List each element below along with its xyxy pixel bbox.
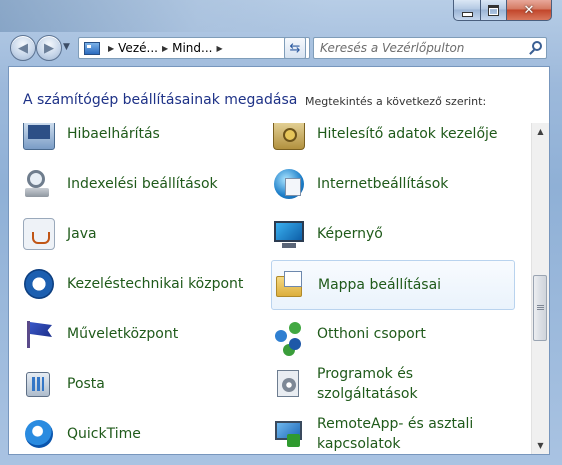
window-frame: ✕ ◀ ▶ ▼ ▶ Vezé... ▶ Mind... ▶ ▼ ⇆ Keresé… <box>0 0 562 465</box>
item-label-line: szolgáltatások <box>317 386 418 402</box>
remoteapp-icon <box>273 418 305 450</box>
item-mappa[interactable]: Mappa beállításai <box>271 260 515 310</box>
item-label: Kezeléstechnikai központ <box>67 276 244 292</box>
scroll-down-icon[interactable]: ▼ <box>532 437 549 454</box>
search-icon[interactable] <box>532 41 542 51</box>
item-label-line: Programok és <box>317 366 414 382</box>
control-panel-icon <box>84 41 100 55</box>
item-posta[interactable]: Posta <box>23 361 105 407</box>
control-panel-content: A számítógép beállításainak megadása Meg… <box>8 66 550 455</box>
item-label: Műveletközpont <box>67 326 179 342</box>
refresh-button[interactable]: ⇆ <box>284 37 306 59</box>
item-label: Mappa beállításai <box>318 277 442 293</box>
mail-icon <box>23 368 55 400</box>
troubleshooting-icon <box>23 123 55 150</box>
item-label: Internetbeállítások <box>317 176 449 192</box>
view-by-label: Megtekintés a következő szerint: <box>305 95 487 108</box>
items-grid: Hibaelhárítás Indexelési beállítások Jav… <box>9 123 531 454</box>
java-icon <box>23 218 55 250</box>
back-arrow-icon: ◀ <box>18 40 28 56</box>
item-programok[interactable]: Programok és szolgáltatások <box>273 361 418 407</box>
indexing-options-icon <box>23 168 55 200</box>
item-kepernyo[interactable]: Képernyő <box>273 211 383 257</box>
refresh-icon: ⇆ <box>289 40 301 56</box>
credential-manager-icon <box>273 123 305 150</box>
back-button[interactable]: ◀ <box>10 35 36 61</box>
display-icon <box>273 218 305 250</box>
scroll-up-icon[interactable]: ▲ <box>532 123 549 140</box>
item-internet[interactable]: Internetbeállítások <box>273 161 448 207</box>
item-muveletkozpont[interactable]: Műveletközpont <box>23 311 178 357</box>
internet-options-icon <box>273 168 305 200</box>
forward-arrow-icon: ▶ <box>44 40 54 56</box>
breadcrumb-item[interactable]: Mind... <box>172 41 212 55</box>
item-label: RemoteApp- és asztali kapcsolatok <box>317 414 473 454</box>
action-center-flag-icon <box>23 318 55 350</box>
caption-buttons: ✕ <box>453 0 552 22</box>
item-remoteapp[interactable]: RemoteApp- és asztali kapcsolatok <box>273 411 473 454</box>
item-kezelestechnikai[interactable]: Kezeléstechnikai központ <box>23 261 243 307</box>
item-label: Hitelesítő adatok kezelője <box>317 126 498 142</box>
search-placeholder: Keresés a Vezérlőpulton <box>320 41 465 55</box>
item-label: Indexelési beállítások <box>67 176 218 192</box>
item-java[interactable]: Java <box>23 211 97 257</box>
homegroup-icon <box>273 318 305 350</box>
close-button[interactable]: ✕ <box>507 0 552 21</box>
item-label: QuickTime <box>67 426 141 442</box>
breadcrumb-separator-icon[interactable]: ▶ <box>108 44 114 53</box>
breadcrumb-separator-icon[interactable]: ▶ <box>162 44 168 53</box>
quicktime-icon <box>23 418 55 450</box>
scroll-thumb[interactable] <box>533 275 547 341</box>
vertical-scrollbar[interactable]: ▲ ▼ <box>531 123 549 454</box>
minimize-button[interactable] <box>453 0 481 21</box>
item-indexeles[interactable]: Indexelési beállítások <box>23 161 218 207</box>
item-label: Java <box>67 226 97 242</box>
address-bar[interactable]: ▶ Vezé... ▶ Mind... ▶ ▼ <box>78 37 310 59</box>
forward-button[interactable]: ▶ <box>36 35 62 61</box>
item-label: Hibaelhárítás <box>67 126 160 142</box>
item-label: Otthoni csoport <box>317 326 426 342</box>
item-otthoni[interactable]: Otthoni csoport <box>273 311 426 357</box>
item-label-line: RemoteApp- és asztali <box>317 416 474 432</box>
item-label-line: kapcsolatok <box>317 436 401 452</box>
breadcrumb-item[interactable]: Vezé... <box>118 41 158 55</box>
page-title: A számítógép beállításainak megadása <box>23 92 298 108</box>
close-icon: ✕ <box>523 2 535 18</box>
search-input[interactable]: Keresés a Vezérlőpulton <box>313 37 547 59</box>
folder-options-icon <box>274 269 306 301</box>
breadcrumb-separator-icon[interactable]: ▶ <box>216 44 222 53</box>
maximize-icon <box>488 4 499 16</box>
item-hitelesito[interactable]: Hitelesítő adatok kezelője <box>273 123 498 157</box>
item-label: Programok és szolgáltatások <box>317 364 418 404</box>
item-label: Posta <box>67 376 105 392</box>
navigation-bar: ◀ ▶ ▼ ▶ Vezé... ▶ Mind... ▶ ▼ ⇆ Keresés … <box>8 34 552 62</box>
ease-of-access-icon <box>23 268 55 300</box>
minimize-icon <box>461 11 473 17</box>
recent-pages-dropdown[interactable]: ▼ <box>63 42 70 52</box>
item-quicktime[interactable]: QuickTime <box>23 411 141 454</box>
programs-features-icon <box>273 368 305 400</box>
maximize-button[interactable] <box>481 0 507 21</box>
item-label: Képernyő <box>317 226 383 242</box>
item-hibaelharitas[interactable]: Hibaelhárítás <box>23 123 160 157</box>
